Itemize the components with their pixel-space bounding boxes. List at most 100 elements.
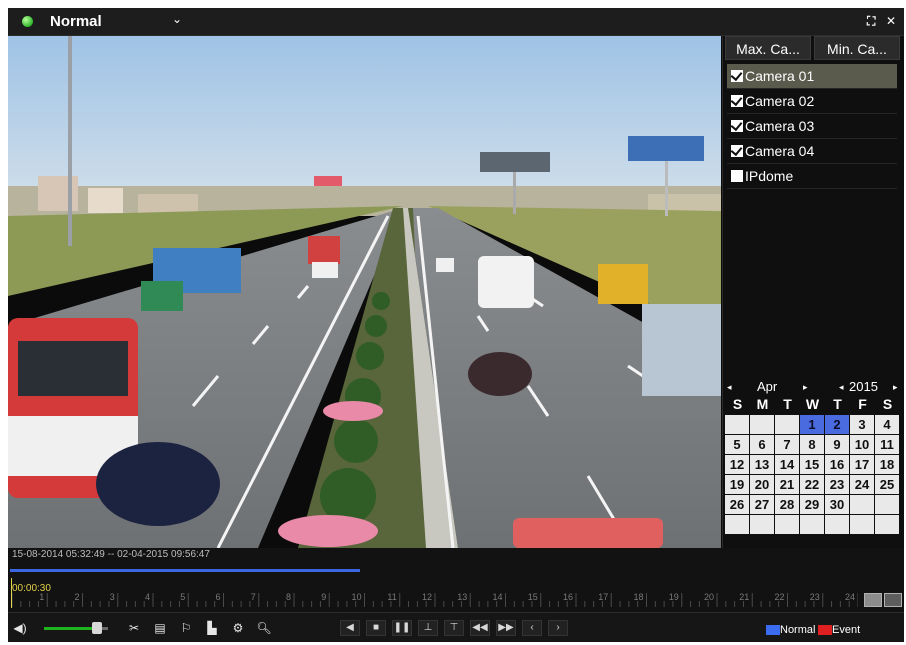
- video-feed[interactable]: [8, 36, 721, 548]
- zoom-in-button[interactable]: [884, 593, 902, 607]
- camera-item-04[interactable]: Camera 04: [727, 139, 897, 164]
- timeline-hour-label: 3: [110, 592, 115, 602]
- calendar-day[interactable]: 27: [750, 495, 774, 514]
- speaker-icon[interactable]: ◀): [12, 621, 28, 635]
- clip-icon[interactable]: ✂: [126, 621, 142, 635]
- camera-panel: Max. Ca... Min. Ca... Camera 01 Camera 0…: [722, 36, 904, 548]
- calendar-day[interactable]: 29: [800, 495, 824, 514]
- volume-slider-handle[interactable]: [92, 622, 102, 634]
- control-bar: ◀) ✂ ▤ ⚐ ▙ ⚙ 🔍︎ ◀ ■ ❚❚ ⊥ ⊤ ◀◀ ▶▶ ‹ › Nor…: [8, 612, 904, 642]
- custom-tag-icon[interactable]: ▙: [204, 621, 220, 635]
- timeline-hour-label: 20: [704, 592, 714, 602]
- calendar-day[interactable]: 21: [775, 475, 799, 494]
- prev-year-icon[interactable]: ◂: [839, 379, 844, 395]
- calendar-day[interactable]: 30: [825, 495, 849, 514]
- calendar-day[interactable]: 23: [825, 475, 849, 494]
- calendar-day[interactable]: 13: [750, 455, 774, 474]
- tab-max-camera[interactable]: Max. Ca...: [725, 36, 811, 60]
- prev-frame-button[interactable]: ⊥: [418, 620, 438, 636]
- calendar-day[interactable]: 18: [875, 455, 899, 474]
- weekday-label: S: [882, 396, 893, 412]
- camera-label: Camera 03: [745, 118, 815, 134]
- tab-min-camera[interactable]: Min. Ca...: [814, 36, 900, 60]
- calendar-day[interactable]: 2: [825, 415, 849, 434]
- next-year-icon[interactable]: ▸: [893, 379, 898, 395]
- calendar-day[interactable]: 9: [825, 435, 849, 454]
- calendar-day[interactable]: 22: [800, 475, 824, 494]
- digital-zoom-icon[interactable]: 🔍︎: [256, 621, 272, 635]
- settings-icon[interactable]: ⚙: [230, 621, 246, 635]
- playback-mode-select[interactable]: Normal: [50, 13, 102, 30]
- close-icon[interactable]: ✕: [886, 14, 896, 28]
- calendar-day[interactable]: 19: [725, 475, 749, 494]
- title-bar: Normal ⌄ ⛶ ✕: [8, 8, 904, 36]
- timeline-hour-label: 12: [422, 592, 432, 602]
- add-tag-icon[interactable]: ⚐: [178, 621, 194, 635]
- tag-icon[interactable]: ▤: [152, 621, 168, 635]
- camera-item-ipdome[interactable]: IPdome: [727, 164, 897, 189]
- timeline-hour-label: 4: [145, 592, 150, 602]
- timeline-hour-label: 11: [387, 592, 396, 602]
- weekday-label: S: [732, 396, 743, 412]
- playback-progress-bar[interactable]: [10, 569, 360, 572]
- checkbox-checked-icon[interactable]: [731, 120, 743, 132]
- calendar-day[interactable]: 11: [875, 435, 899, 454]
- checkbox-checked-icon[interactable]: [731, 145, 743, 157]
- zoom-out-button[interactable]: [864, 593, 882, 607]
- camera-item-02[interactable]: Camera 02: [727, 89, 897, 114]
- checkbox-checked-icon[interactable]: [731, 95, 743, 107]
- calendar-day[interactable]: 6: [750, 435, 774, 454]
- timeline[interactable]: 15-08-2014 05:32:49 -- 02-04-2015 09:56:…: [8, 548, 904, 612]
- checkbox-unchecked-icon[interactable]: [731, 170, 743, 182]
- camera-label: Camera 01: [745, 68, 815, 84]
- prev-day-button[interactable]: ‹: [522, 620, 542, 636]
- calendar-day[interactable]: 14: [775, 455, 799, 474]
- volume-slider-fill[interactable]: [44, 627, 96, 630]
- stop-button[interactable]: ■: [366, 620, 386, 636]
- timeline-hour-label: 22: [774, 592, 784, 602]
- timeline-hour-label: 19: [669, 592, 679, 602]
- reverse-play-button[interactable]: ◀: [340, 620, 360, 636]
- calendar-day[interactable]: 17: [850, 455, 874, 474]
- checkbox-checked-icon[interactable]: [731, 70, 743, 82]
- calendar-day[interactable]: 16: [825, 455, 849, 474]
- camera-label: IPdome: [745, 168, 794, 184]
- calendar-empty-cell: [750, 415, 774, 434]
- timeline-hour-label: 2: [74, 592, 79, 602]
- chevron-down-icon[interactable]: ⌄: [172, 12, 182, 26]
- timeline-hour-label: 6: [215, 592, 220, 602]
- camera-label: Camera 02: [745, 93, 815, 109]
- calendar-day[interactable]: 8: [800, 435, 824, 454]
- fast-forward-button[interactable]: ▶▶: [496, 620, 516, 636]
- fullscreen-icon[interactable]: ⛶: [867, 14, 875, 28]
- calendar-day[interactable]: 28: [775, 495, 799, 514]
- camera-item-03[interactable]: Camera 03: [727, 114, 897, 139]
- calendar-day[interactable]: 1: [800, 415, 824, 434]
- calendar-day[interactable]: 20: [750, 475, 774, 494]
- calendar-header: ◂ Apr ▸ ◂ 2015 ▸: [725, 379, 903, 395]
- prev-month-icon[interactable]: ◂: [727, 379, 732, 395]
- calendar-empty-cell: [775, 515, 799, 534]
- calendar-day[interactable]: 10: [850, 435, 874, 454]
- weekday-label: T: [783, 396, 792, 412]
- calendar-day[interactable]: 25: [875, 475, 899, 494]
- next-day-button[interactable]: ›: [548, 620, 568, 636]
- calendar-day[interactable]: 15: [800, 455, 824, 474]
- next-month-icon[interactable]: ▸: [803, 379, 808, 395]
- camera-item-01[interactable]: Camera 01: [727, 64, 897, 89]
- slow-forward-button[interactable]: ◀◀: [470, 620, 490, 636]
- pause-button[interactable]: ❚❚: [392, 620, 412, 636]
- calendar-day[interactable]: 5: [725, 435, 749, 454]
- timeline-hour-label: 15: [528, 592, 538, 602]
- timeline-hour-label: 14: [492, 592, 502, 602]
- calendar-day[interactable]: 4: [875, 415, 899, 434]
- calendar-day[interactable]: 24: [850, 475, 874, 494]
- calendar-day[interactable]: 26: [725, 495, 749, 514]
- calendar-day[interactable]: 7: [775, 435, 799, 454]
- camera-label: Camera 04: [745, 143, 815, 159]
- next-frame-button[interactable]: ⊤: [444, 620, 464, 636]
- playback-window: Normal ⌄ ⛶ ✕ Max. Ca... Min. Ca... Camer…: [8, 8, 904, 642]
- calendar-day[interactable]: 3: [850, 415, 874, 434]
- calendar-day[interactable]: 12: [725, 455, 749, 474]
- timeline-hour-label: 10: [351, 592, 361, 602]
